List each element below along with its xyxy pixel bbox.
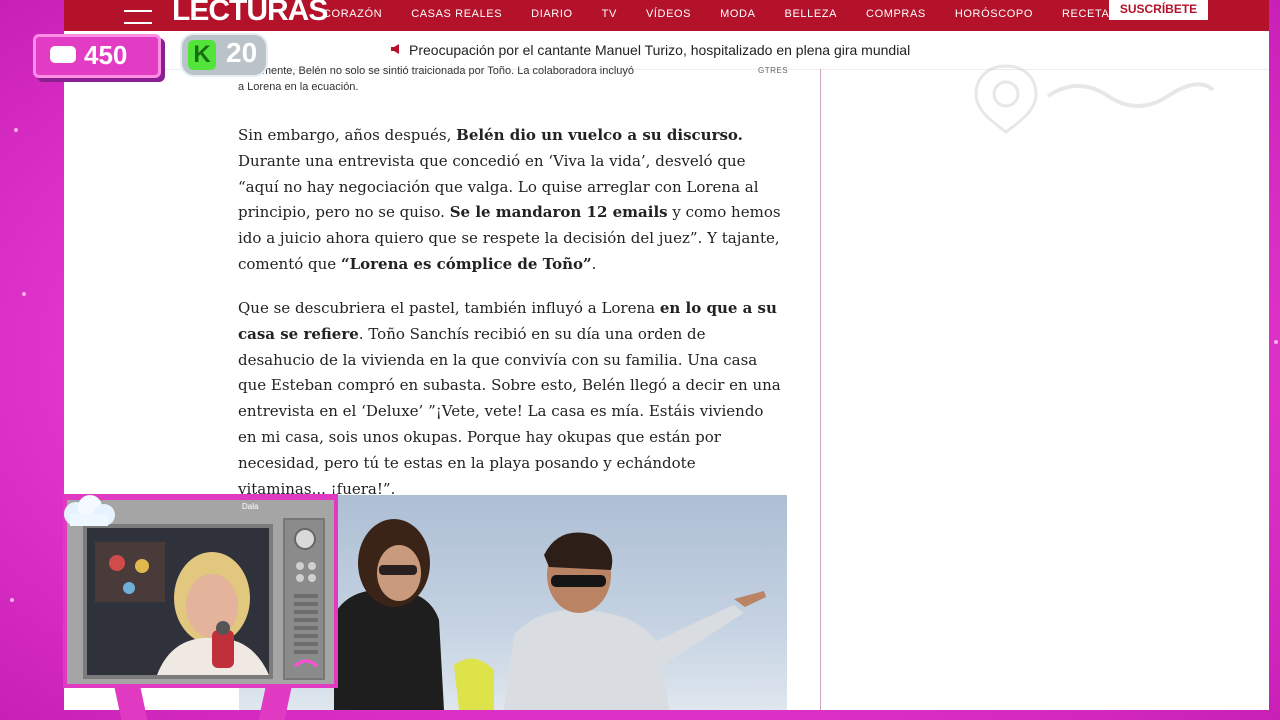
body-text: . Toño Sanchís recibió en su día una ord… [238,324,781,498]
nav-menu: CORAZÓN CASAS REALES DIARIO TV VÍDEOS MODA BEL… [323,8,1146,20]
bold-text: “Lorena es cómplice de Toño” [340,254,592,273]
chat-count: 450 [84,40,128,70]
nav-item[interactable]: CORAZÓN [323,8,382,20]
tv-leg-right [258,688,292,720]
image-caption: Finalmente, Belén no solo se sintió trai… [238,65,635,93]
body-text: Sin embargo, años después, [238,126,457,144]
nav-item[interactable]: TV [602,8,617,20]
bold-text: Belén dio un vuelco a su discurso. [456,126,743,144]
chat-bubble-icon [50,46,76,63]
top-navigation: LECTURAS CORAZÓN CASAS REALES DIARIO TV VÍDE… [64,0,1269,31]
article-paragraph-1: Sin embargo, años después, Belén dio un … [238,123,786,278]
nav-item[interactable]: CASAS REALES [411,8,502,20]
kick-counter-sticker: K 20 [180,33,268,77]
nav-item[interactable]: VÍDEOS [646,8,691,20]
body-text: Que se descubriera el pastel, también in… [238,299,660,317]
watermark-logo [974,64,1215,134]
article-paragraph-2: Que se descubriera el pastel, también in… [238,296,786,502]
speaker-grille-icon [293,562,319,668]
bold-text: Se le mandaron 12 emails [449,203,668,222]
sidebar-divider [820,69,821,710]
sparkle [10,598,14,602]
sparkle [14,128,18,132]
kick-count: 20 [226,37,258,68]
nav-item[interactable]: HORÓSCOPO [955,8,1033,20]
kick-logo-icon: K [188,40,216,70]
nav-item[interactable]: BELLEZA [785,8,838,20]
megaphone-icon [391,44,399,54]
tv-control-panel [283,518,325,680]
ticker-headline[interactable]: Preocupación por el cantante Manuel Turi… [409,42,910,58]
site-logo[interactable]: LECTURAS [172,0,328,28]
sparkle [1274,340,1278,344]
sparkle [22,292,26,296]
tv-knob-icon [294,528,316,550]
body-text: . [591,254,597,273]
webcam-illustration [87,528,269,675]
menu-icon[interactable] [124,6,152,26]
nav-item[interactable]: COMPRAS [866,8,926,20]
subscribe-button[interactable]: SUSCRÍBETE [1109,0,1208,20]
nav-item[interactable]: DIARIO [531,8,573,20]
chat-counter-sticker: 450 [33,34,161,78]
image-credit: GTRES [758,66,789,75]
nav-item[interactable]: MODA [720,8,755,20]
webcam-feed [83,524,273,679]
cloud-icon [64,495,115,526]
tv-label: Dala [242,502,259,511]
